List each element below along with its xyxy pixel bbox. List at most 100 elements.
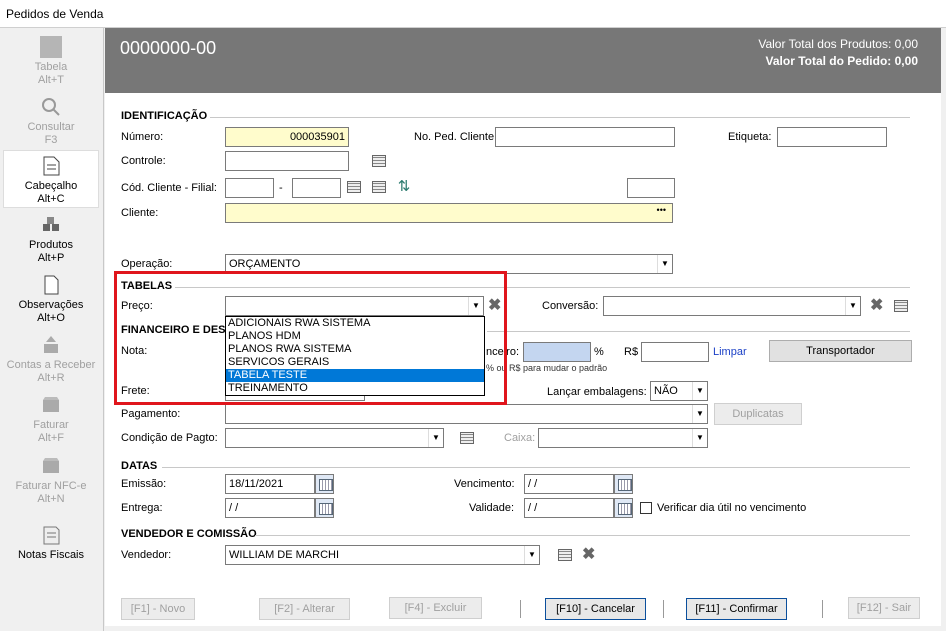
sidebar-item-tabela[interactable]: Tabela Alt+T xyxy=(3,32,99,90)
cod-cliente-field[interactable] xyxy=(225,178,274,198)
sidebar-item-label: Consultar xyxy=(27,121,75,133)
grid-icon[interactable] xyxy=(347,181,361,193)
boxes-icon xyxy=(40,214,62,236)
limpar-link[interactable]: Limpar xyxy=(713,346,747,358)
sidebar-item-label: Faturar xyxy=(33,419,69,431)
financeiro-percent-field[interactable] xyxy=(523,342,591,362)
etiqueta-label: Etiqueta: xyxy=(728,131,772,143)
sidebar-item-contas-a-receber[interactable]: Contas a Receber Alt+R xyxy=(3,330,99,388)
grid-icon[interactable] xyxy=(372,155,386,167)
confirmar-button[interactable]: [F11] - Confirmar xyxy=(686,598,787,620)
sidebar-item-shortcut: Alt+P xyxy=(37,252,65,264)
numero-field[interactable]: 000035901 xyxy=(225,127,349,147)
sidebar-item-observacoes[interactable]: Observações Alt+O xyxy=(3,270,99,328)
novo-button[interactable]: [F1] - Novo xyxy=(121,598,195,620)
calendar-icon[interactable] xyxy=(315,498,334,518)
operacao-value: ORÇAMENTO xyxy=(229,258,301,270)
sidebar-item-shortcut: Alt+F xyxy=(38,432,64,444)
financeiro-rs-field[interactable] xyxy=(641,342,709,362)
cliente-lookup-dots[interactable]: ••• xyxy=(657,205,666,215)
sidebar-item-faturar[interactable]: Faturar Alt+F xyxy=(3,390,99,448)
close-icon[interactable]: ✖ xyxy=(870,298,886,314)
alterar-button[interactable]: [F2] - Alterar xyxy=(259,598,350,620)
sidebar-item-cabecalho[interactable]: Cabeçalho Alt+C xyxy=(3,150,99,208)
conversao-select[interactable]: ▼ xyxy=(603,296,861,316)
section-divider xyxy=(487,331,910,332)
sidebar-item-produtos[interactable]: Produtos Alt+P xyxy=(3,210,99,268)
sidebar-item-shortcut: Alt+C xyxy=(37,193,65,205)
grid-icon[interactable] xyxy=(894,300,908,312)
invoice-icon xyxy=(40,394,62,416)
verificar-dia-util-checkbox[interactable] xyxy=(640,502,652,514)
cliente-label: Cliente: xyxy=(121,207,159,219)
calendar-icon[interactable] xyxy=(315,474,334,494)
chevron-down-icon: ▼ xyxy=(428,429,443,447)
entrega-label: Entrega: xyxy=(121,502,163,514)
vendedor-select[interactable]: WILLIAM DE MARCHI ▼ xyxy=(225,545,540,565)
sidebar-item-faturar-nfce[interactable]: Faturar NFC-e Alt+N xyxy=(3,451,99,509)
chevron-down-icon: ▼ xyxy=(692,405,707,423)
order-number: 0000000-00 xyxy=(120,38,217,58)
no-ped-cliente-label: No. Ped. Cliente: xyxy=(414,131,498,143)
sair-button[interactable]: [F12] - Sair xyxy=(848,597,920,619)
grid-icon[interactable] xyxy=(372,181,386,193)
sidebar-item-label: Notas Fiscais xyxy=(17,549,85,561)
controle-field[interactable] xyxy=(225,151,349,171)
section-divider xyxy=(162,467,910,468)
footer-separator xyxy=(822,600,823,618)
lancar-embalagens-select[interactable]: NÃO ▼ xyxy=(650,381,708,401)
sidebar-item-notas-fiscais[interactable]: Notas Fiscais xyxy=(3,520,99,578)
sidebar-item-label: Tabela xyxy=(34,61,68,73)
sidebar-item-shortcut: Alt+R xyxy=(37,372,65,384)
order-header: 0000000-00 Valor Total dos Produtos: 0,0… xyxy=(105,28,941,93)
validade-label: Validade: xyxy=(469,502,515,514)
cod-cliente-label: Cód. Cliente - Filial: xyxy=(121,182,217,194)
calendar-icon[interactable] xyxy=(614,474,633,494)
etiqueta-field[interactable] xyxy=(777,127,887,147)
excluir-button[interactable]: [F4] - Excluir xyxy=(389,597,482,619)
calendar-icon[interactable] xyxy=(614,498,633,518)
grid-icon[interactable] xyxy=(460,432,474,444)
no-ped-cliente-field[interactable] xyxy=(495,127,675,147)
extra-code-field[interactable] xyxy=(627,178,675,198)
section-vendedor-title: VENDEDOR E COMISSÃO xyxy=(121,528,257,540)
sidebar-item-shortcut: Alt+N xyxy=(37,493,65,505)
cliente-field[interactable]: ••• xyxy=(225,203,673,223)
section-divider xyxy=(210,117,910,118)
sidebar-item-consultar[interactable]: Consultar F3 xyxy=(3,92,99,150)
lancar-embalagens-label: Lançar embalagens: xyxy=(547,386,647,398)
filial-field[interactable] xyxy=(292,178,341,198)
pagamento-select[interactable]: ▼ xyxy=(225,404,708,424)
emissao-label: Emissão: xyxy=(121,478,167,490)
duplicatas-button[interactable]: Duplicatas xyxy=(714,403,802,425)
emissao-field[interactable]: 18/11/2021 xyxy=(225,474,315,494)
sidebar-item-label: Cabeçalho xyxy=(24,180,78,192)
caixa-select[interactable]: ▼ xyxy=(538,428,708,448)
section-divider xyxy=(255,535,910,536)
section-identificacao-title: IDENTIFICAÇÃO xyxy=(121,110,208,122)
controle-label: Controle: xyxy=(121,155,166,167)
chevron-down-icon: ▼ xyxy=(692,429,707,447)
lancar-embalagens-value: NÃO xyxy=(654,385,678,397)
condicao-pagto-select[interactable]: ▼ xyxy=(225,428,444,448)
vencimento-field[interactable]: / / xyxy=(524,474,614,494)
close-icon[interactable]: ✖ xyxy=(582,547,598,563)
highlight-annotation-box xyxy=(114,271,507,405)
sidebar: Tabela Alt+T Consultar F3 Cabeçalho Alt+… xyxy=(0,28,104,631)
rs-label: R$ xyxy=(624,346,639,358)
table-icon xyxy=(40,36,62,58)
refresh-icon[interactable]: ⇅ xyxy=(396,179,412,195)
entrega-field[interactable]: / / xyxy=(225,498,315,518)
search-icon xyxy=(40,96,62,118)
cancelar-button[interactable]: [F10] - Cancelar xyxy=(545,598,646,620)
validade-field[interactable]: / / xyxy=(524,498,614,518)
vendedor-value: WILLIAM DE MARCHI xyxy=(229,549,340,561)
transportador-button[interactable]: Transportador xyxy=(769,340,912,362)
nfce-icon xyxy=(40,455,62,477)
receivable-icon xyxy=(40,334,62,356)
caixa-label: Caixa: xyxy=(504,432,536,444)
grid-icon[interactable] xyxy=(558,549,572,561)
sidebar-item-label: Contas a Receber xyxy=(6,359,96,371)
sidebar-item-label: Faturar NFC-e xyxy=(15,480,87,492)
sidebar-item-shortcut: Alt+O xyxy=(37,312,65,324)
